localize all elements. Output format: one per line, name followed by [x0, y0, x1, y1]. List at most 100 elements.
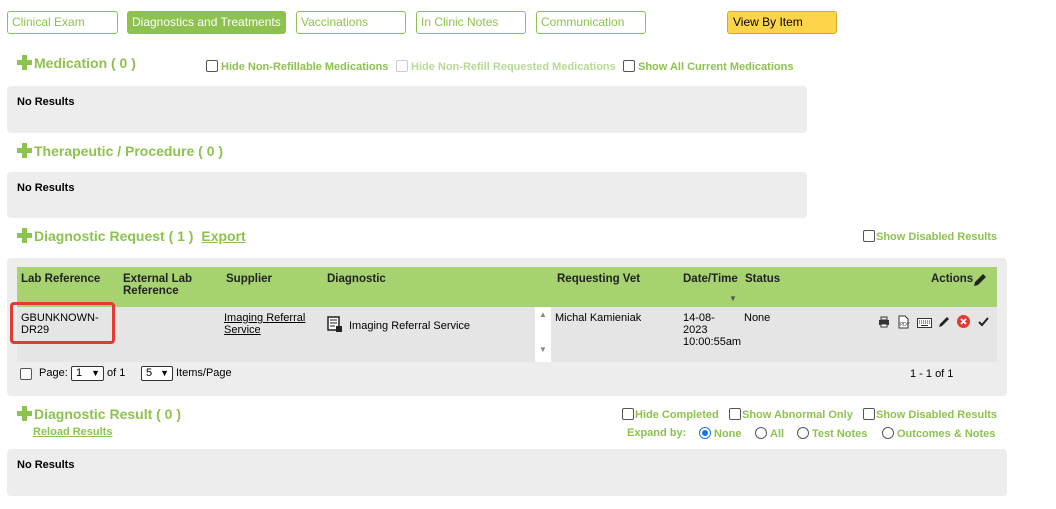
expand-outcomes-notes-radio[interactable]: Outcomes & Notes: [882, 427, 995, 440]
chevron-down-icon: ▼: [91, 368, 100, 378]
expand-by-label: Expand by:: [627, 427, 687, 439]
show-all-current-medications-checkbox[interactable]: Show All Current Medications: [623, 60, 793, 73]
hide-non-refill-requested-checkbox: Hide Non-Refill Requested Medications: [396, 60, 616, 73]
hide-non-refillable-label: Hide Non-Refillable Medications: [221, 61, 389, 73]
col-status[interactable]: Status: [745, 273, 780, 285]
therapeutic-title: Therapeutic / Procedure ( 0 ): [34, 143, 224, 159]
radio-icon[interactable]: [882, 427, 894, 439]
row-date-3: 10:00:55am: [683, 336, 742, 348]
add-therapeutic-icon[interactable]: [17, 143, 32, 158]
diagnostic-request-header[interactable]: Diagnostic Request ( 1 ) Export: [17, 228, 246, 244]
show-disabled-results-result-checkbox[interactable]: Show Disabled Results: [863, 408, 997, 421]
row-date-1: 14-08-: [683, 312, 715, 324]
col-actions: Actions: [931, 273, 974, 285]
edit-all-icon[interactable]: [972, 272, 988, 291]
show-abnormal-only-checkbox[interactable]: Show Abnormal Only: [729, 408, 853, 421]
diagnostic-table-header: Lab Reference External Lab Reference Sup…: [17, 267, 997, 307]
expand-test-notes-radio[interactable]: Test Notes: [797, 427, 867, 440]
view-by-item-button[interactable]: View By Item: [727, 11, 837, 34]
row-supplier-link-1[interactable]: Imaging Referral: [224, 312, 305, 324]
items-per-page-select[interactable]: 5 ▼: [141, 366, 173, 381]
add-diagnostic-request-icon[interactable]: [17, 228, 32, 243]
print-icon[interactable]: [878, 316, 890, 331]
row-date-2: 2023: [683, 324, 708, 336]
expand-none-radio[interactable]: None: [699, 427, 742, 440]
checkbox-icon[interactable]: [623, 60, 635, 72]
col-diagnostic[interactable]: Diagnostic: [327, 273, 386, 285]
tab-communication[interactable]: Communication: [536, 11, 646, 34]
diagnostic-request-title: Diagnostic Request ( 1 ): [34, 228, 194, 244]
chevron-down-icon: ▼: [160, 368, 169, 378]
expand-test-notes-label: Test Notes: [812, 428, 868, 440]
tab-in-clinic-notes[interactable]: In Clinic Notes: [416, 11, 526, 34]
sort-desc-icon[interactable]: ▼: [729, 294, 737, 303]
page-label: Page:: [39, 367, 68, 379]
therapeutic-header[interactable]: Therapeutic / Procedure ( 0 ): [17, 143, 223, 159]
col-requesting-vet[interactable]: Requesting Vet: [557, 273, 640, 285]
hide-completed-label: Hide Completed: [635, 409, 719, 421]
hide-completed-checkbox[interactable]: Hide Completed: [622, 408, 719, 421]
page-select[interactable]: 1 ▼: [71, 366, 104, 381]
tab-diagnostics-and-treatments[interactable]: Diagnostics and Treatments: [127, 11, 286, 34]
col-external-lab-reference-2[interactable]: Reference: [123, 285, 179, 297]
checkbox-icon[interactable]: [863, 230, 875, 242]
checkbox-icon[interactable]: [206, 60, 218, 72]
edit-icon[interactable]: [938, 315, 951, 331]
row-status: None: [744, 312, 771, 324]
scroll-up-icon[interactable]: ▲: [539, 310, 547, 319]
col-external-lab-reference-1[interactable]: External Lab: [123, 273, 192, 285]
therapeutic-panel: No Results: [7, 172, 807, 218]
scroll-down-icon[interactable]: ▼: [539, 345, 547, 354]
col-date-time[interactable]: Date/Time: [683, 273, 738, 285]
expand-all-label: All: [770, 428, 785, 440]
show-abnormal-label: Show Abnormal Only: [742, 409, 853, 421]
checkbox-icon[interactable]: [20, 368, 32, 380]
page-select-value: 1: [76, 367, 83, 379]
pdf-icon[interactable]: PDF: [897, 315, 910, 332]
row-supplier-link-2[interactable]: Service: [224, 324, 261, 336]
therapeutic-no-results: No Results: [17, 182, 75, 194]
checkbox-icon[interactable]: [729, 408, 741, 420]
radio-selected-icon[interactable]: [699, 427, 711, 439]
export-link[interactable]: Export: [201, 228, 245, 244]
col-supplier[interactable]: Supplier: [226, 273, 272, 285]
items-per-page-label: Items/Page: [176, 367, 232, 379]
checkbox-icon[interactable]: [622, 408, 634, 420]
radio-icon[interactable]: [755, 427, 767, 439]
medication-header[interactable]: Medication ( 0 ): [17, 55, 136, 71]
radio-icon[interactable]: [797, 427, 809, 439]
expand-outcomes-notes-label: Outcomes & Notes: [897, 428, 996, 440]
table-row[interactable]: GBUNKNOWN- DR29 Imaging Referral Service…: [17, 307, 997, 362]
medication-title: Medication ( 0 ): [34, 55, 136, 71]
row-requesting-vet: Michal Kamieniak: [555, 312, 642, 324]
medication-panel: No Results: [7, 86, 807, 133]
pager-range: 1 - 1 of 1: [910, 368, 954, 380]
items-select-value: 5: [146, 367, 153, 379]
hide-non-refill-requested-label: Hide Non-Refill Requested Medications: [411, 61, 616, 73]
document-icon: [327, 316, 343, 336]
add-diagnostic-result-icon[interactable]: [17, 406, 32, 421]
add-medication-icon[interactable]: [17, 55, 32, 70]
checkbox-icon: [396, 60, 408, 72]
reload-results-link[interactable]: Reload Results: [33, 426, 112, 438]
hide-non-refillable-checkbox[interactable]: Hide Non-Refillable Medications: [206, 60, 388, 73]
tab-clinical-exam[interactable]: Clinical Exam: [7, 11, 118, 34]
select-all-checkbox[interactable]: [20, 367, 35, 381]
expand-all-radio[interactable]: All: [755, 427, 784, 440]
show-disabled-result-label: Show Disabled Results: [876, 409, 998, 421]
medication-no-results: No Results: [17, 96, 75, 108]
checkbox-icon[interactable]: [863, 408, 875, 420]
diagnostic-result-panel: No Results: [7, 449, 1007, 496]
checkmark-icon[interactable]: [978, 316, 989, 330]
svg-text:PDF: PDF: [900, 322, 910, 328]
tab-vaccinations[interactable]: Vaccinations: [296, 11, 406, 34]
show-all-current-label: Show All Current Medications: [638, 61, 794, 73]
scrollbar[interactable]: ▲ ▼: [535, 307, 551, 362]
diagnostic-result-title: Diagnostic Result ( 0 ): [34, 406, 182, 422]
of-pages-label: of 1: [107, 367, 126, 379]
show-disabled-results-checkbox[interactable]: Show Disabled Results: [863, 230, 997, 243]
diagnostic-result-header[interactable]: Diagnostic Result ( 0 ): [17, 406, 181, 422]
col-lab-reference[interactable]: Lab Reference: [21, 273, 100, 285]
delete-icon[interactable]: [957, 315, 970, 331]
keyboard-icon[interactable]: [917, 317, 932, 331]
